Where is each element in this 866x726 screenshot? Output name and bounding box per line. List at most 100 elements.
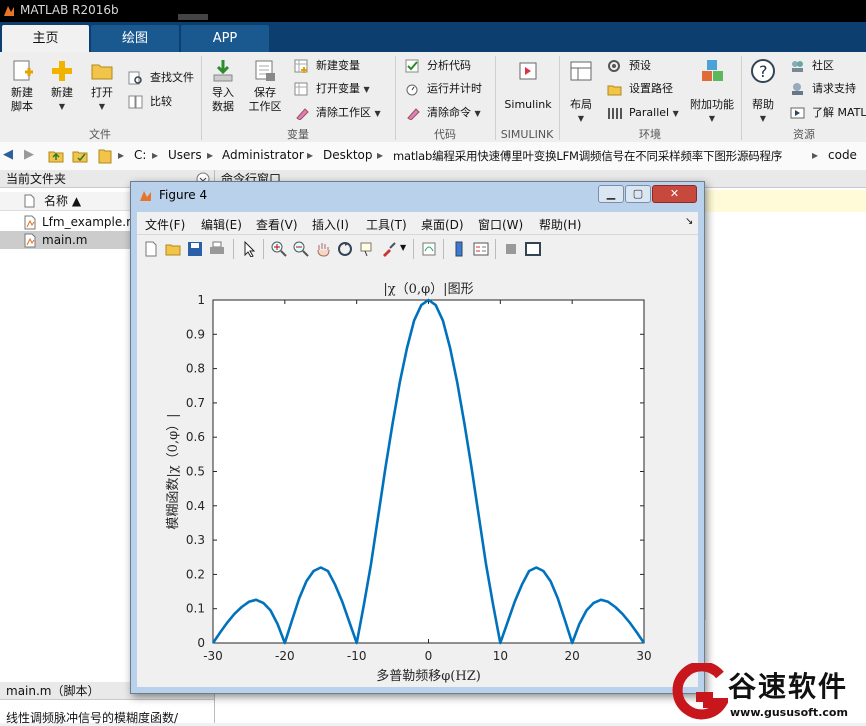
forward-arrow-icon[interactable]: ▶ (24, 147, 34, 162)
path-users[interactable]: Users (168, 148, 202, 162)
new-variable-button[interactable]: 新建变量 (294, 57, 360, 75)
open-variable-button[interactable]: 打开变量 ▼ (294, 80, 370, 98)
zoom-out-icon[interactable] (293, 241, 309, 257)
print-icon[interactable] (209, 241, 225, 257)
zoom-in-icon[interactable] (271, 241, 287, 257)
rotate-3d-icon[interactable] (337, 241, 353, 257)
save-icon[interactable] (187, 241, 203, 257)
file-name: main.m (42, 233, 88, 247)
path-drive[interactable]: C: (134, 148, 146, 162)
link-plot-icon[interactable] (421, 241, 437, 257)
tab-home[interactable]: 主页 (2, 25, 89, 52)
y-tick-label: 0.3 (186, 533, 205, 547)
clear-commands-icon (407, 108, 420, 120)
colorbar-icon[interactable] (451, 241, 467, 257)
y-tick-label: 0.7 (186, 396, 205, 410)
menu-help[interactable]: 帮助(H) (539, 216, 581, 233)
save-workspace-icon (252, 58, 278, 84)
layout-label: 布局 (570, 98, 592, 111)
parallel-button[interactable]: Parallel ▼ (607, 104, 679, 122)
toolbar-separator (443, 239, 444, 259)
figure-title-bar[interactable]: Figure 4 ▁ ▢ ✕ (131, 182, 704, 210)
layout-icon (568, 58, 594, 84)
set-path-button[interactable]: 设置路径 (607, 80, 673, 98)
find-files-icon (128, 71, 142, 85)
legend-icon[interactable] (473, 241, 489, 257)
community-icon (792, 61, 803, 72)
name-column-label: 名称 ▲ (44, 194, 82, 208)
ambiguity-line-chart[interactable]: -30 -20 -10 0 10 20 30 0 0.1 0.2 0.3 0.4 0.5 0.6 0.7 0.… (137, 263, 698, 687)
addons-button[interactable]: 附加功能 ▼ (686, 58, 738, 126)
details-text: 线性调频脉冲信号的模糊度函数/ (6, 711, 179, 725)
pan-hand-icon[interactable] (315, 241, 331, 257)
menu-desktop[interactable]: 桌面(D) (421, 216, 464, 233)
path-project-folder[interactable]: matlab编程采用快速傅里叶变换LFM调频信号在不同采样频率下图形源码程序 (393, 148, 782, 164)
request-support-button[interactable]: 请求支持 (790, 80, 856, 98)
simulink-button[interactable]: Simulink (500, 58, 556, 112)
menu-insert[interactable]: 插入(I) (312, 216, 349, 233)
menu-dock-arrow-icon[interactable]: ↘ (685, 216, 693, 227)
toolbar-separator (263, 239, 264, 259)
brush-icon[interactable] (381, 241, 397, 257)
m-file-icon (24, 215, 36, 230)
run-and-time-button[interactable]: 运行并计时 (405, 80, 482, 98)
clear-commands-button[interactable]: 清除命令 ▼ (405, 104, 481, 122)
tab-plots[interactable]: 绘图 (91, 25, 179, 52)
path-administrator[interactable]: Administrator (222, 148, 304, 162)
analyze-code-button[interactable]: 分析代码 (405, 57, 471, 75)
help-button[interactable]: ? 帮助 ▼ (745, 58, 781, 126)
run-time-icon (406, 84, 418, 96)
open-file-icon[interactable] (165, 241, 181, 257)
new-script-button[interactable]: 新建 脚本 (4, 58, 40, 114)
file-column-icon (24, 194, 35, 208)
data-cursor-icon[interactable] (359, 241, 375, 257)
figure-canvas[interactable]: -30 -20 -10 0 10 20 30 0 0.1 0.2 0.3 0.4 0.5 0.6 0.7 0.… (137, 263, 698, 687)
minimize-icon[interactable]: ▁ (598, 185, 624, 203)
gususoft-logo-icon (672, 663, 728, 720)
figure-title: Figure 4 (159, 188, 208, 202)
community-button[interactable]: 社区 (790, 57, 834, 75)
support-icon (792, 83, 803, 95)
x-tick-label: -20 (275, 649, 295, 663)
find-files-button[interactable]: 查找文件 (128, 69, 194, 87)
menu-view[interactable]: 查看(V) (256, 216, 298, 233)
path-code[interactable]: code (828, 148, 857, 162)
layout-button[interactable]: 布局 ▼ (563, 58, 599, 126)
group-simulink-label: SIMULINK (500, 128, 554, 141)
path-separator: ▸ (207, 148, 214, 162)
hide-plot-tools-icon[interactable] (503, 241, 519, 257)
clear-workspace-button[interactable]: 清除工作区 ▼ (294, 104, 381, 122)
compare-button[interactable]: 比较 (128, 93, 172, 111)
new-figure-icon[interactable] (143, 241, 159, 257)
menu-file[interactable]: 文件(F) (145, 216, 185, 233)
gear-icon (608, 60, 620, 72)
menu-tools[interactable]: 工具(T) (366, 216, 407, 233)
menu-window[interactable]: 窗口(W) (478, 216, 523, 233)
menu-edit[interactable]: 编辑(E) (201, 216, 242, 233)
simulink-icon (515, 58, 541, 84)
maximize-icon[interactable]: ▢ (625, 185, 651, 203)
compare-label: 比较 (150, 95, 172, 108)
save-workspace-button[interactable]: 保存 工作区 (245, 58, 285, 114)
y-tick-label: 0.1 (186, 602, 205, 616)
learn-matlab-button[interactable]: 了解 MATL (790, 104, 866, 122)
show-plot-tools-icon[interactable] (525, 241, 541, 257)
pointer-icon[interactable] (241, 241, 257, 257)
import-data-button[interactable]: 导入 数据 (205, 58, 241, 114)
close-icon[interactable]: ✕ (652, 185, 697, 203)
help-label: 帮助 (752, 98, 774, 111)
run-time-label: 运行并计时 (427, 82, 482, 95)
open-button[interactable]: 打开 ▼ (84, 58, 120, 114)
back-arrow-icon[interactable]: ◀ (3, 147, 13, 162)
new-button[interactable]: 新建 ▼ (44, 58, 80, 114)
y-tick-label: 0 (197, 636, 205, 650)
group-environment-label: 环境 (639, 128, 661, 141)
new-script-label: 新建 脚本 (11, 86, 33, 113)
preferences-button[interactable]: 预设 (607, 57, 651, 75)
y-tick-label: 0.9 (186, 327, 205, 341)
path-desktop[interactable]: Desktop (323, 148, 373, 162)
up-folder-icon[interactable] (48, 148, 64, 164)
brush-dropdown-icon[interactable]: ▼ (400, 243, 406, 252)
browse-folder-icon[interactable] (72, 148, 88, 164)
tab-apps[interactable]: APP (181, 25, 269, 52)
